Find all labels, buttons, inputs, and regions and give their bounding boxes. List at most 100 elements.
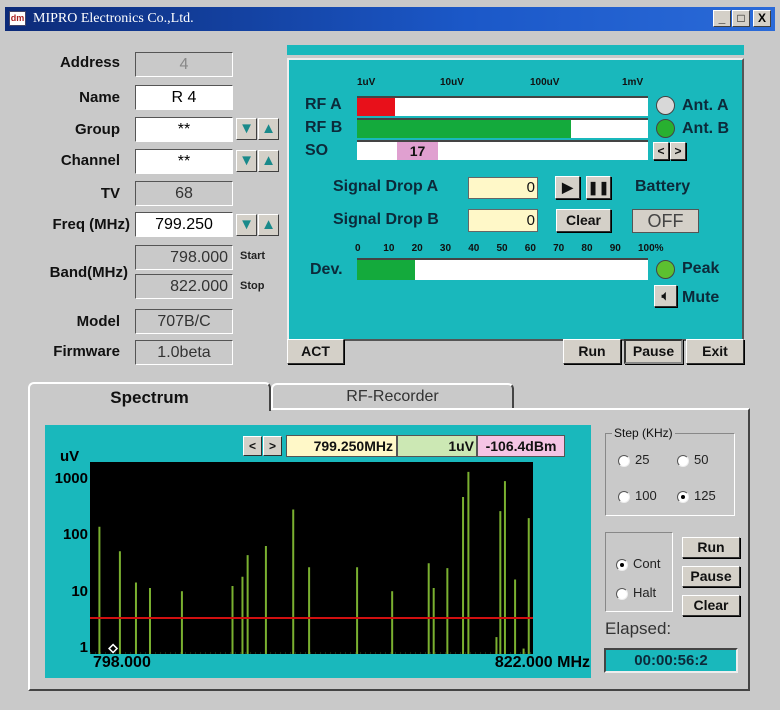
plot-background bbox=[90, 462, 533, 654]
channel-up-button[interactable]: ▲ bbox=[258, 150, 279, 172]
rf-b-label: RF B bbox=[305, 119, 343, 136]
channel-down-button[interactable]: ▼ bbox=[236, 150, 257, 172]
dev-scale-tick: 0 bbox=[355, 243, 361, 254]
act-button[interactable]: ACT bbox=[287, 339, 344, 364]
spectrum-run-button[interactable]: Run bbox=[682, 537, 740, 558]
freq-down-button[interactable]: ▼ bbox=[236, 214, 257, 236]
tab-spectrum[interactable]: Spectrum bbox=[28, 382, 271, 411]
step-legend: Step (KHz) bbox=[614, 426, 673, 440]
so-value: 17 bbox=[397, 142, 438, 160]
step-25-radio[interactable]: 25 bbox=[618, 452, 649, 467]
maximize-button[interactable]: □ bbox=[732, 10, 750, 27]
y-tick-1: 1 bbox=[79, 639, 88, 656]
play-button[interactable]: ▶ bbox=[555, 176, 580, 199]
so-meter: 17 bbox=[357, 140, 648, 160]
rf-scale-1uv: 1uV bbox=[357, 77, 376, 88]
rf-b-fill bbox=[357, 120, 571, 138]
exit-button[interactable]: Exit bbox=[686, 339, 744, 364]
mute-speaker-icon[interactable]: 🔈︎ bbox=[654, 285, 677, 307]
spectrum-plot[interactable] bbox=[90, 462, 533, 654]
battery-label: Battery bbox=[635, 178, 691, 195]
group-down-button[interactable]: ▼ bbox=[236, 118, 257, 140]
run-button[interactable]: Run bbox=[563, 339, 621, 364]
group-up-button[interactable]: ▲ bbox=[258, 118, 279, 140]
step-25-label: 25 bbox=[635, 452, 650, 467]
model-label: Model bbox=[76, 313, 120, 330]
peak-label: Peak bbox=[682, 260, 720, 277]
model-field: 707B/C bbox=[135, 309, 233, 334]
signal-drop-a-label: Signal Drop A bbox=[333, 178, 439, 195]
step-125-label: 125 bbox=[694, 488, 716, 503]
monitor-top-strip bbox=[287, 45, 744, 55]
clear-drop-button[interactable]: Clear bbox=[556, 209, 611, 232]
dev-scale-tick: 100% bbox=[638, 243, 664, 254]
marker-dbm: -106.4dBm bbox=[477, 435, 565, 457]
freq-field[interactable]: 799.250 bbox=[135, 212, 233, 237]
so-prev-button[interactable]: < bbox=[653, 142, 669, 160]
step-100-label: 100 bbox=[635, 488, 657, 503]
close-button[interactable]: X bbox=[753, 10, 771, 27]
tab-rf-recorder[interactable]: RF-Recorder bbox=[271, 383, 514, 408]
radio-icon bbox=[677, 454, 689, 467]
address-label: Address bbox=[59, 54, 120, 71]
dev-label: Dev. bbox=[310, 261, 343, 278]
spectrum-pause-button[interactable]: Pause bbox=[682, 566, 740, 587]
channel-label: Channel bbox=[60, 152, 120, 169]
marker-next-button[interactable]: > bbox=[263, 436, 282, 456]
band-start-field: 798.000 bbox=[135, 245, 233, 270]
elapsed-label: Elapsed: bbox=[605, 619, 672, 638]
band-start-label: Start bbox=[240, 250, 266, 262]
so-next-button[interactable]: > bbox=[670, 142, 686, 160]
marker-uv: 1uV bbox=[397, 435, 477, 457]
ant-a-indicator bbox=[656, 96, 675, 115]
radio-selected-icon bbox=[677, 490, 689, 503]
window-title: MIPRO Electronics Co.,Ltd. bbox=[33, 11, 194, 26]
signal-drop-b-field: 0 bbox=[468, 209, 538, 232]
ant-b-indicator bbox=[656, 119, 675, 138]
mode-cont-radio[interactable]: Cont bbox=[616, 556, 660, 571]
dev-scale-tick: 80 bbox=[581, 243, 593, 254]
pause-icon-button[interactable]: ❚❚ bbox=[586, 176, 611, 199]
y-tick-100: 100 bbox=[62, 526, 88, 543]
freq-up-button[interactable]: ▲ bbox=[258, 214, 279, 236]
rf-b-meter bbox=[357, 118, 648, 138]
radio-selected-icon bbox=[616, 558, 628, 571]
dev-scale-tick: 50 bbox=[496, 243, 508, 254]
address-field: 4 bbox=[135, 52, 233, 77]
tv-field: 68 bbox=[135, 181, 233, 206]
step-125-radio[interactable]: 125 bbox=[677, 488, 716, 503]
mode-group bbox=[605, 532, 673, 612]
mute-label: Mute bbox=[682, 289, 720, 306]
minimize-button[interactable]: _ bbox=[713, 10, 731, 27]
peak-indicator bbox=[656, 260, 675, 279]
dev-scale-tick: 20 bbox=[411, 243, 423, 254]
freq-label: Freq (MHz) bbox=[52, 216, 131, 233]
name-field[interactable]: R 4 bbox=[135, 85, 233, 110]
dev-scale-tick: 70 bbox=[553, 243, 565, 254]
pause-button[interactable]: Pause bbox=[624, 339, 683, 364]
mode-halt-radio[interactable]: Halt bbox=[616, 585, 656, 600]
elapsed-time: 00:00:56:2 bbox=[604, 648, 738, 673]
marker-freq: 799.250MHz bbox=[286, 435, 397, 457]
y-axis-label: uV bbox=[60, 448, 80, 465]
battery-status: OFF bbox=[632, 209, 699, 233]
signal-drop-b-label: Signal Drop B bbox=[333, 211, 439, 228]
spectrum-clear-button[interactable]: Clear bbox=[682, 595, 740, 616]
firmware-label: Firmware bbox=[53, 343, 120, 360]
marker-prev-button[interactable]: < bbox=[243, 436, 262, 456]
tv-label: TV bbox=[100, 185, 120, 202]
rf-a-fill bbox=[357, 98, 395, 116]
channel-field[interactable]: ** bbox=[135, 149, 233, 174]
group-field[interactable]: ** bbox=[135, 117, 233, 142]
dev-scale-tick: 30 bbox=[439, 243, 452, 254]
so-label: SO bbox=[305, 142, 329, 159]
step-50-radio[interactable]: 50 bbox=[677, 452, 708, 467]
band-stop-field: 822.000 bbox=[135, 274, 233, 299]
dev-scale-tick: 60 bbox=[524, 243, 536, 254]
radio-icon bbox=[616, 587, 628, 600]
step-100-radio[interactable]: 100 bbox=[618, 488, 657, 503]
dev-meter bbox=[357, 258, 648, 280]
group-label: Group bbox=[75, 121, 120, 138]
dev-scale-tick: 10 bbox=[383, 243, 395, 254]
mode-cont-label: Cont bbox=[633, 556, 661, 571]
